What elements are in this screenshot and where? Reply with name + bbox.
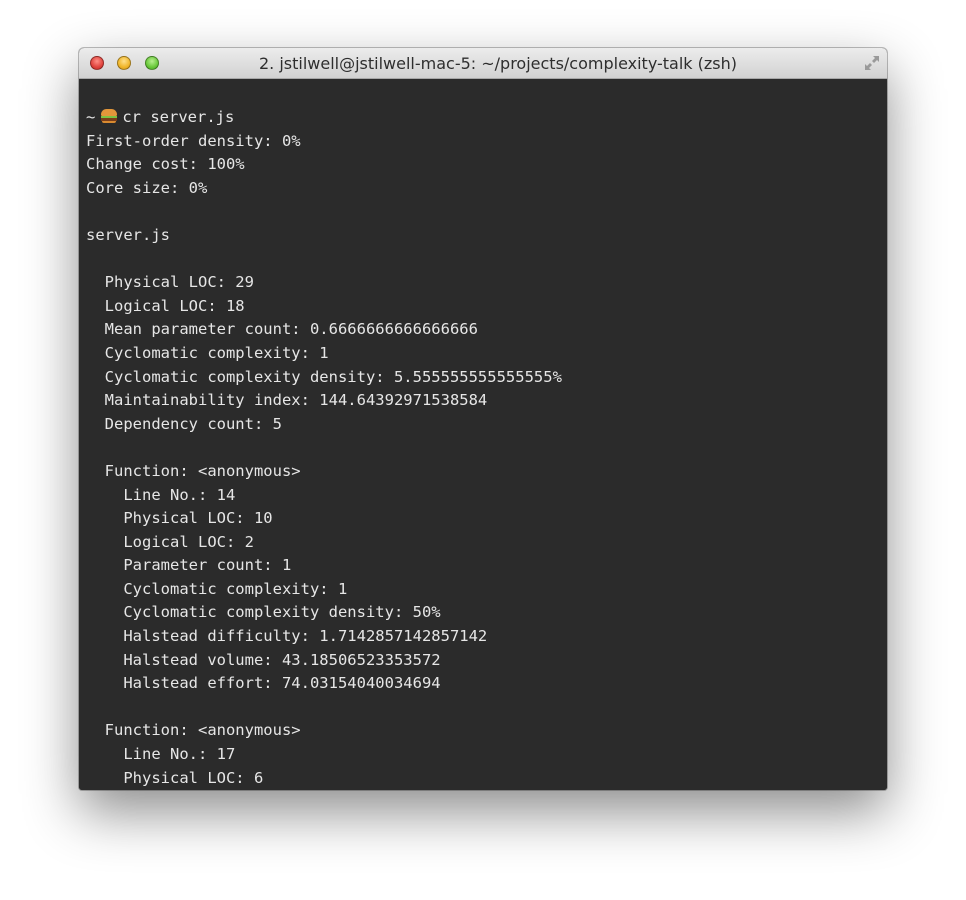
output-line: Line No.: 17 — [86, 745, 236, 764]
output-line: Line No.: 14 — [86, 485, 236, 504]
output-line: Halstead volume: 43.18506523353572 — [86, 650, 441, 669]
output-line: Function: <anonymous> — [86, 461, 301, 480]
output-line: Halstead difficulty: 1.7142857142857142 — [86, 627, 488, 646]
output-line: Physical LOC: 6 — [86, 768, 264, 787]
prompt-line: ~ cr server.js — [86, 106, 887, 130]
terminal-window: 2. jstilwell@jstilwell-mac-5: ~/projects… — [79, 48, 887, 790]
output-line: Mean parameter count: 0.6666666666666666 — [86, 320, 478, 339]
output-line: Halstead effort: 74.03154040034694 — [86, 674, 441, 693]
output-line: Cyclomatic complexity density: 50% — [86, 603, 441, 622]
output-line: Maintainability index: 144.6439297153858… — [86, 391, 488, 410]
prompt-prefix: ~ — [86, 108, 96, 126]
output-line: Change cost: 100% — [86, 155, 245, 174]
output-line: Core size: 0% — [86, 178, 208, 197]
fullscreen-icon[interactable] — [863, 54, 881, 72]
output-line: Function: <anonymous> — [86, 721, 301, 740]
output-line: Physical LOC: 29 — [86, 273, 254, 292]
output-line: Physical LOC: 10 — [86, 509, 273, 528]
window-title: 2. jstilwell@jstilwell-mac-5: ~/projects… — [258, 54, 738, 73]
output-line: server.js — [86, 225, 170, 244]
terminal-output[interactable]: ~ cr server.js First-order density: 0% Cha… — [79, 79, 887, 790]
output-line: Cyclomatic complexity density: 5.5555555… — [86, 367, 562, 386]
prompt-command: cr server.js — [122, 108, 235, 126]
output-line: Parameter count: 1 — [86, 556, 292, 575]
output-line: Cyclomatic complexity: 1 — [86, 579, 348, 598]
hamburger-icon — [101, 109, 118, 123]
output-line: Logical LOC: 2 — [86, 532, 254, 551]
output-line: First-order density: 0% — [86, 131, 301, 150]
output-line: Cyclomatic complexity: 1 — [86, 343, 329, 362]
title-bar[interactable]: 2. jstilwell@jstilwell-mac-5: ~/projects… — [79, 48, 887, 79]
output-line: Dependency count: 5 — [86, 414, 282, 433]
output-lines: First-order density: 0% Change cost: 100%… — [86, 130, 887, 790]
output-line: Logical LOC: 18 — [86, 296, 245, 315]
